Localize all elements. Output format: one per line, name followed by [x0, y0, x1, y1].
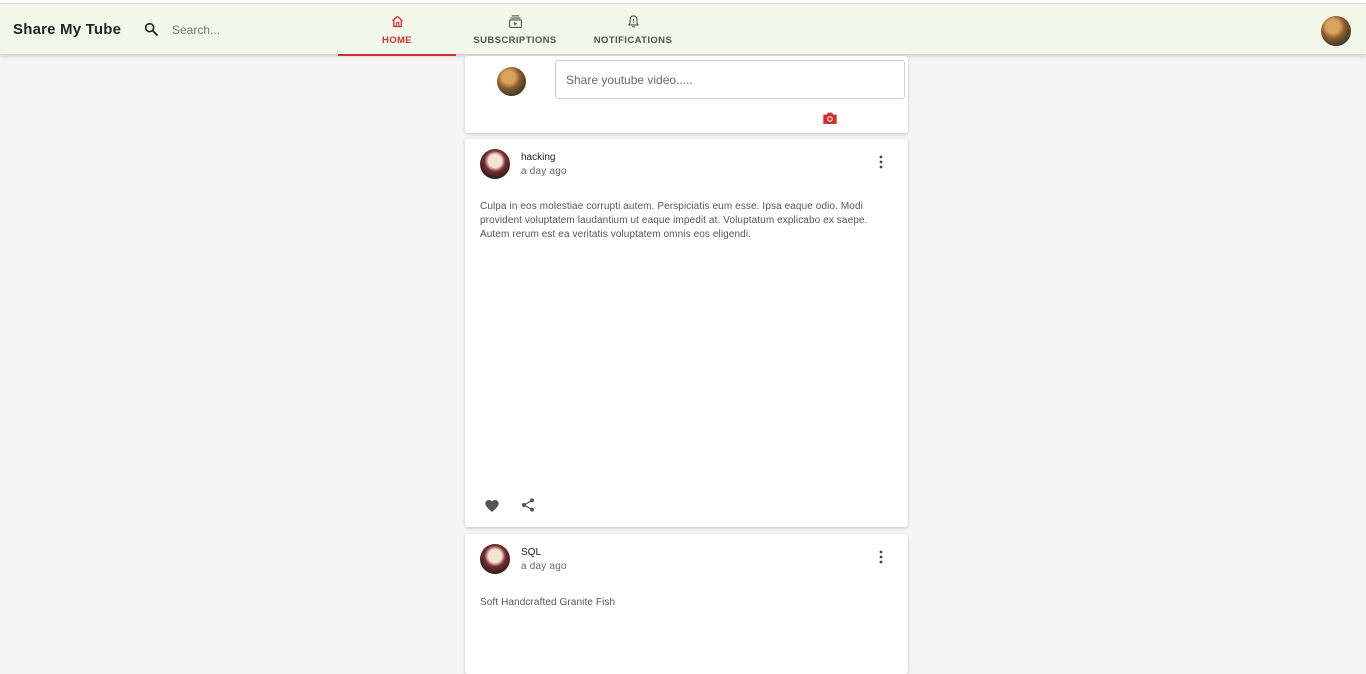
compose-avatar [497, 67, 526, 96]
heart-icon[interactable] [484, 498, 500, 514]
share-icon[interactable] [520, 496, 536, 514]
post-author-avatar [480, 149, 510, 179]
camera-icon[interactable] [822, 111, 838, 125]
post-title: SQL [521, 547, 542, 558]
post-card: hacking a day ago Culpa in eos molestiae… [465, 139, 908, 527]
post-card: SQL a day ago Soft Handcrafted Granite F… [465, 534, 908, 674]
user-avatar[interactable] [1321, 16, 1351, 46]
more-vert-icon[interactable] [875, 154, 887, 170]
post-body: Soft Handcrafted Granite Fish [480, 597, 616, 608]
bell-icon [627, 15, 639, 28]
share-video-input[interactable] [555, 60, 905, 99]
tab-subscriptions-label: SUBSCRIPTIONS [473, 35, 557, 46]
post-author-avatar [480, 544, 510, 574]
tab-home-label: HOME [381, 35, 413, 46]
app-bar: Share My Tube HOME SUBSCRIPTIONS NOTIFIC… [0, 4, 1366, 56]
search-icon[interactable] [143, 21, 159, 37]
tab-home[interactable]: HOME [338, 4, 456, 56]
tab-subscriptions[interactable]: SUBSCRIPTIONS [456, 4, 574, 55]
tab-notifications-label: NOTIFICATIONS [593, 35, 673, 46]
post-title: hacking [521, 152, 556, 163]
post-body: Culpa in eos molestiae corrupti autem. P… [480, 201, 868, 240]
tab-notifications[interactable]: NOTIFICATIONS [574, 4, 692, 55]
subscriptions-icon [508, 15, 522, 28]
post-timestamp: a day ago [521, 166, 567, 177]
search-input[interactable] [172, 20, 322, 40]
home-icon [391, 15, 403, 28]
post-timestamp: a day ago [521, 561, 567, 572]
more-vert-icon[interactable] [875, 549, 887, 565]
compose-card [465, 56, 908, 133]
app-title: Share My Tube [13, 21, 122, 38]
